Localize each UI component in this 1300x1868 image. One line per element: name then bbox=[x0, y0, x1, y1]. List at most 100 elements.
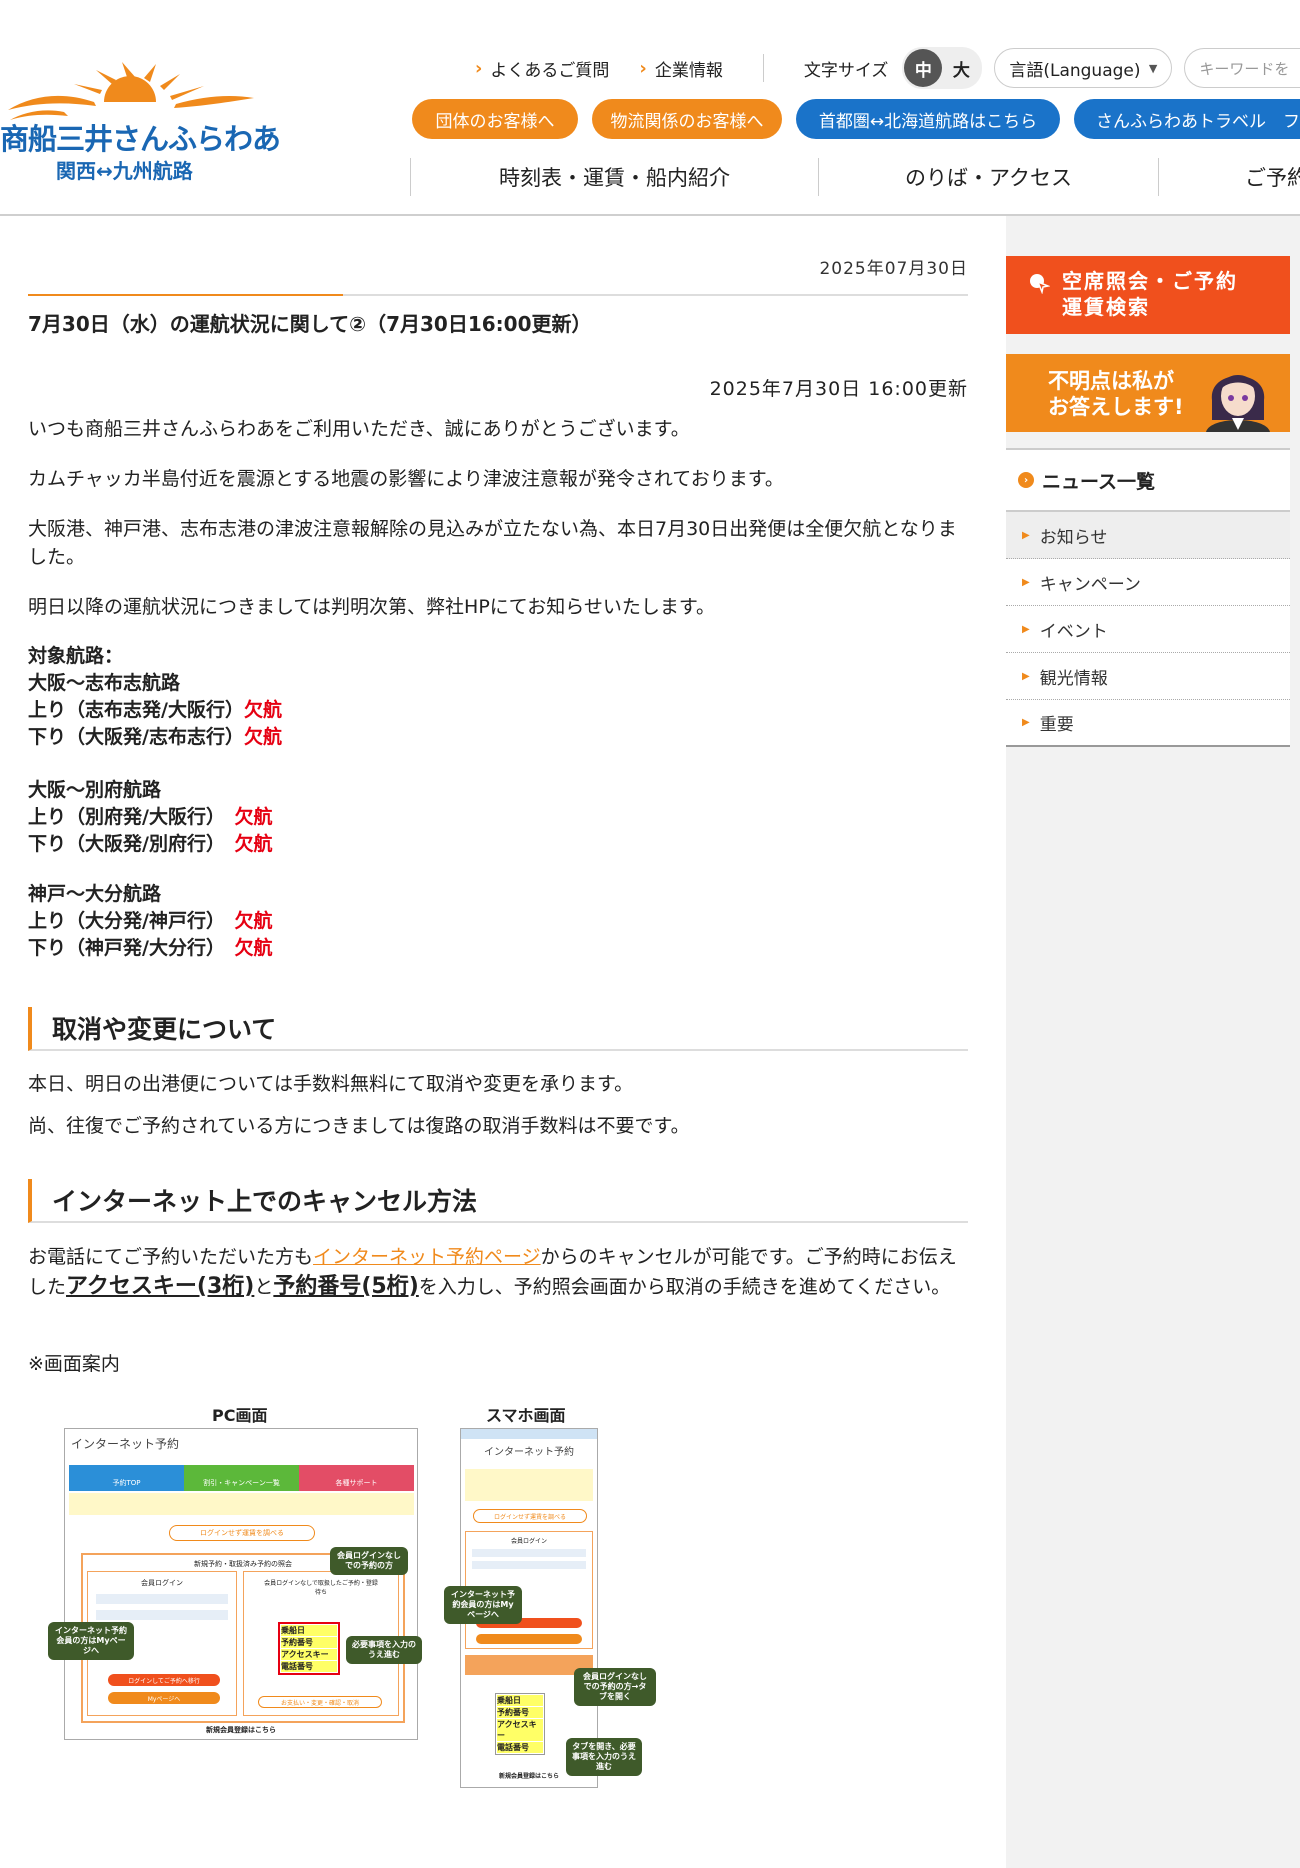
route-status-block: 対象航路： 大阪～志布志航路 上り（志布志発/大阪行） 欠航 下り（大阪発/志布志… bbox=[28, 643, 282, 751]
updated-timestamp: 2025年7月30日 16:00更新 bbox=[709, 378, 968, 400]
sp-callout-nonmember: 会員ログインなしでの予約の方→タブを開く bbox=[574, 1668, 656, 1706]
pc-field-label: 電話番号 bbox=[281, 1661, 337, 1672]
callout-input: 必要事項を入力のうえ進む bbox=[346, 1636, 422, 1664]
font-size-medium-button[interactable]: 中 bbox=[904, 49, 943, 87]
nav-terminal-access[interactable]: のりば・アクセス bbox=[818, 158, 1158, 196]
route-name: 大阪～志布志航路 bbox=[28, 672, 181, 694]
chevron-right-icon: › bbox=[475, 57, 483, 79]
route-status-row: 上り（志布志発/大阪行） 欠航 bbox=[28, 697, 282, 724]
site-header: 商船三井さんふらわあ 関西↔九州航路 › よくあるご質問 › 企業情報 文字サイズ … bbox=[0, 0, 1300, 216]
faq-link[interactable]: › よくあるご質問 bbox=[475, 56, 609, 81]
pc-field-placeholder bbox=[96, 1610, 228, 1620]
group-customers-button[interactable]: 団体のお客様へ bbox=[412, 99, 578, 139]
pc-guide-tabs: 予約TOP 割引・キャンペーン一覧 各種サポート bbox=[69, 1465, 414, 1491]
company-link[interactable]: › 企業情報 bbox=[639, 56, 722, 81]
pc-guide-header: インターネット予約 bbox=[71, 1437, 180, 1451]
pc-member-login-title: 会員ログイン bbox=[141, 1579, 183, 1587]
target-routes-label: 対象航路： bbox=[28, 645, 124, 667]
nav-reservation[interactable]: ご予約 bbox=[1158, 158, 1300, 196]
status-cancelled: 欠航 bbox=[234, 833, 273, 855]
font-size-toggle: 中 大 bbox=[902, 47, 983, 89]
faq-assistant-banner[interactable]: 不明点は私が お答えします! bbox=[1006, 354, 1290, 432]
route-direction: 上り（別府発/大阪行） bbox=[28, 806, 235, 828]
news-category-label: お知らせ bbox=[1039, 527, 1108, 548]
smartphone-screen-label: スマホ画面 bbox=[486, 1406, 566, 1425]
internet-reservation-link[interactable]: インターネット予約ページ bbox=[313, 1246, 541, 1268]
article-date: 2025年07月30日 bbox=[819, 259, 968, 279]
sp-field-label: 予約番号 bbox=[497, 1707, 543, 1718]
access-key-emphasis: アクセスキー(3桁) bbox=[66, 1274, 255, 1299]
news-list: › ニュース一覧 ▶ お知らせ ▶ キャンペーン ▶ イベント ▶ 観光情報 ▶ 重要 bbox=[1006, 448, 1290, 747]
route-status-row: 下り（神戸発/大分行） 欠航 bbox=[28, 935, 272, 962]
faq-link-label: よくあるご質問 bbox=[490, 60, 610, 81]
pc-mypage-button: Myページへ bbox=[108, 1692, 220, 1704]
internet-cancel-paragraph: お電話にてご予約いただいた方もインターネット予約ページからのキャンセルが可能です… bbox=[28, 1242, 968, 1302]
site-logo[interactable]: 商船三井さんふらわあ 関西↔九州航路 bbox=[0, 60, 281, 183]
brand-name: 商船三井さんふらわあ bbox=[0, 122, 281, 156]
triangle-right-icon: ▶ bbox=[1022, 670, 1030, 682]
pc-field-placeholder bbox=[96, 1594, 228, 1604]
assistant-avatar-icon bbox=[1206, 375, 1270, 432]
chevron-right-icon: › bbox=[639, 57, 647, 79]
pc-screen-image: インターネット予約 予約TOP 割引・キャンペーン一覧 各種サポート ログインせ… bbox=[64, 1428, 418, 1740]
route-direction: 下り（大阪発/志布志行） bbox=[28, 726, 244, 748]
route-direction: 下り（大阪発/別府行） bbox=[28, 833, 235, 855]
route-status-row: 下り（大阪発/志布志行） 欠航 bbox=[28, 724, 282, 751]
cancellation-paragraph: 大阪港、神戸港、志布志港の津波注意報解除の見込みが立たない為、本日7月30日出発… bbox=[28, 518, 957, 568]
screen-guide-note: ※画面案内 bbox=[28, 1353, 120, 1375]
pc-field-label: アクセスキー bbox=[281, 1649, 337, 1660]
vacancy-search-banner[interactable]: 空席照会・ご予約 運賃検索 bbox=[1006, 256, 1290, 334]
triangle-right-icon: ▶ bbox=[1022, 623, 1030, 635]
news-category-label: キャンペーン bbox=[1039, 574, 1141, 595]
font-size-large-button[interactable]: 大 bbox=[942, 49, 980, 87]
nav-timetable-fares[interactable]: 時刻表・運賃・船内紹介 bbox=[410, 158, 818, 196]
news-category-important[interactable]: ▶ 重要 bbox=[1006, 700, 1290, 747]
sunflower-travel-button[interactable]: さんふらわあトラベル フェ bbox=[1074, 99, 1300, 139]
route-direction: 上り（大分発/神戸行） bbox=[28, 910, 235, 932]
status-cancelled: 欠航 bbox=[243, 699, 282, 721]
pc-login-button: ログインしてご予約へ移行 bbox=[108, 1674, 220, 1686]
pc-search-button: お支払い・変更・確認・取消 bbox=[258, 1696, 382, 1708]
section-heading-internet-cancel: インターネット上でのキャンセル方法 bbox=[28, 1179, 968, 1223]
news-heading: › ニュース一覧 bbox=[1006, 450, 1290, 512]
sp-notice-bar bbox=[465, 1469, 593, 1501]
sp-field-placeholder bbox=[472, 1561, 586, 1569]
pc-nonmember-title: 会員ログインなしで取扱したご予約・登録待ち bbox=[264, 1580, 378, 1596]
tokyo-hokkaido-route-button[interactable]: 首都圏↔北海道航路はこちら bbox=[796, 99, 1060, 139]
keyword-search-input[interactable]: キーワードを bbox=[1184, 48, 1300, 88]
sp-callout-member: インターネット予約会員の方はMyページへ bbox=[444, 1586, 522, 1624]
pc-tab: 各種サポート bbox=[299, 1465, 414, 1491]
brand-route: 関西↔九州航路 bbox=[56, 159, 193, 183]
sp-field-label: 乗船日 bbox=[497, 1695, 543, 1706]
route-name: 神戸～大分航路 bbox=[28, 883, 162, 905]
pc-input-highlight: 乗船日 予約番号 アクセスキー 電話番号 bbox=[278, 1622, 340, 1675]
logistics-customers-button[interactable]: 物流関係のお客様へ bbox=[592, 99, 782, 139]
route-status-row: 下り（大阪発/別府行） 欠航 bbox=[28, 831, 272, 858]
triangle-right-icon: ▶ bbox=[1022, 576, 1030, 588]
sp-field-placeholder bbox=[472, 1549, 586, 1557]
status-cancelled: 欠航 bbox=[234, 806, 273, 828]
status-cancelled: 欠航 bbox=[234, 910, 273, 932]
pc-tab: 割引・キャンペーン一覧 bbox=[184, 1465, 299, 1491]
news-heading-label: ニュース一覧 bbox=[1042, 470, 1156, 493]
sp-field-label: 電話番号 bbox=[497, 1742, 543, 1753]
section-heading-cancel-change: 取消や変更について bbox=[28, 1007, 968, 1051]
vacancy-banner-line1: 空席照会・ご予約 bbox=[1062, 269, 1238, 293]
news-category-tourism[interactable]: ▶ 観光情報 bbox=[1006, 653, 1290, 700]
text-span: と bbox=[254, 1276, 274, 1298]
return-fee-paragraph: 尚、往復でご予約されている方につきましては復路の取消手数料は不要です。 bbox=[28, 1115, 690, 1137]
news-category-label: 重要 bbox=[1039, 715, 1074, 735]
route-status-row: 上り（大分発/神戸行） 欠航 bbox=[28, 908, 272, 935]
triangle-right-icon: ▶ bbox=[1022, 529, 1030, 541]
news-category-notice[interactable]: ▶ お知らせ bbox=[1006, 512, 1290, 559]
sp-guide-header: インターネット予約 bbox=[484, 1447, 574, 1458]
status-cancelled: 欠航 bbox=[234, 937, 273, 959]
triangle-right-icon: ▶ bbox=[1022, 717, 1030, 728]
news-category-event[interactable]: ▶ イベント bbox=[1006, 606, 1290, 653]
language-select[interactable]: 言語(Language) ▼ bbox=[994, 48, 1173, 88]
pc-no-login-button: ログインせず運賃を調べる bbox=[169, 1525, 315, 1541]
title-rule bbox=[28, 294, 968, 296]
news-category-campaign[interactable]: ▶ キャンペーン bbox=[1006, 559, 1290, 606]
sp-member-login-title: 会員ログイン bbox=[510, 1538, 547, 1545]
news-category-label: 観光情報 bbox=[1039, 668, 1108, 689]
